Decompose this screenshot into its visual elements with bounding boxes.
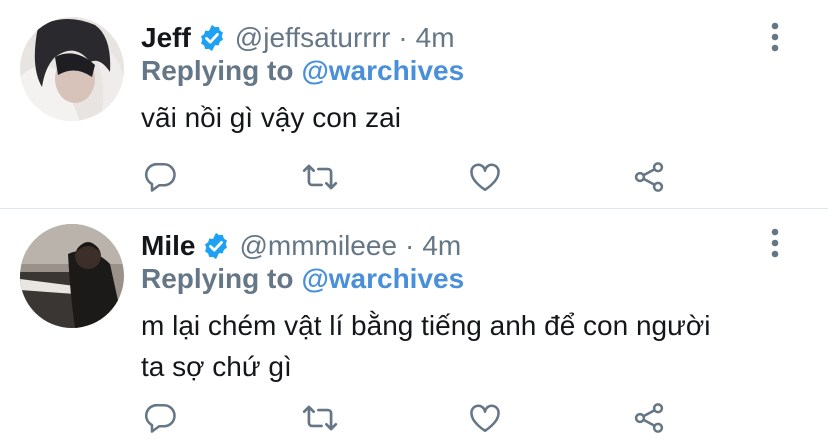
handle[interactable]: @jeffsaturrrr xyxy=(235,22,391,54)
share-icon[interactable] xyxy=(629,157,669,197)
tweet-text: m lại chém vật lí bằng tiếng anh để con … xyxy=(141,305,801,387)
reply-timeline: Jeff @jeffsaturrrr · 4m Replying to @war… xyxy=(0,0,828,443)
retweet-icon[interactable] xyxy=(300,398,340,438)
tweet-text-line: vãi nồi gì vậy con zai xyxy=(141,102,401,133)
replying-prefix: Replying to xyxy=(141,55,294,86)
avatar[interactable] xyxy=(20,17,124,121)
tweet-text: vãi nồi gì vậy con zai xyxy=(141,97,801,138)
mention-link[interactable]: @warchives xyxy=(301,263,464,295)
verified-badge-icon xyxy=(197,23,227,53)
display-name[interactable]: Mile xyxy=(141,230,195,262)
timestamp[interactable]: 4m xyxy=(422,230,461,262)
mention-link[interactable]: @warchives xyxy=(301,55,464,87)
heart-icon[interactable] xyxy=(465,398,505,438)
replying-prefix: Replying to xyxy=(141,263,294,294)
display-name[interactable]: Jeff xyxy=(141,22,191,54)
share-icon[interactable] xyxy=(629,398,669,438)
action-bar xyxy=(141,157,701,197)
replying-to: Replying to @warchives xyxy=(141,260,464,298)
verified-badge-icon xyxy=(201,231,231,261)
reply-icon[interactable] xyxy=(141,398,181,438)
tweet-card[interactable]: Mile @mmmileee · 4m Replying to @warchiv… xyxy=(0,209,828,443)
more-vertical-icon[interactable] xyxy=(765,227,785,259)
reply-icon[interactable] xyxy=(141,157,181,197)
tweet-card[interactable]: Jeff @jeffsaturrrr · 4m Replying to @war… xyxy=(0,0,828,208)
heart-icon[interactable] xyxy=(465,157,505,197)
separator-dot: · xyxy=(405,230,415,261)
retweet-icon[interactable] xyxy=(300,157,340,197)
avatar[interactable] xyxy=(20,224,124,328)
timestamp[interactable]: 4m xyxy=(416,22,455,54)
tweet-text-line: ta sợ chứ gì xyxy=(141,351,292,382)
separator-dot: · xyxy=(398,22,408,53)
replying-to: Replying to @warchives xyxy=(141,52,464,90)
more-vertical-icon[interactable] xyxy=(765,21,785,53)
handle[interactable]: @mmmileee xyxy=(239,230,397,262)
action-bar xyxy=(141,398,701,438)
tweet-text-line: m lại chém vật lí bằng tiếng anh để con … xyxy=(141,310,711,341)
